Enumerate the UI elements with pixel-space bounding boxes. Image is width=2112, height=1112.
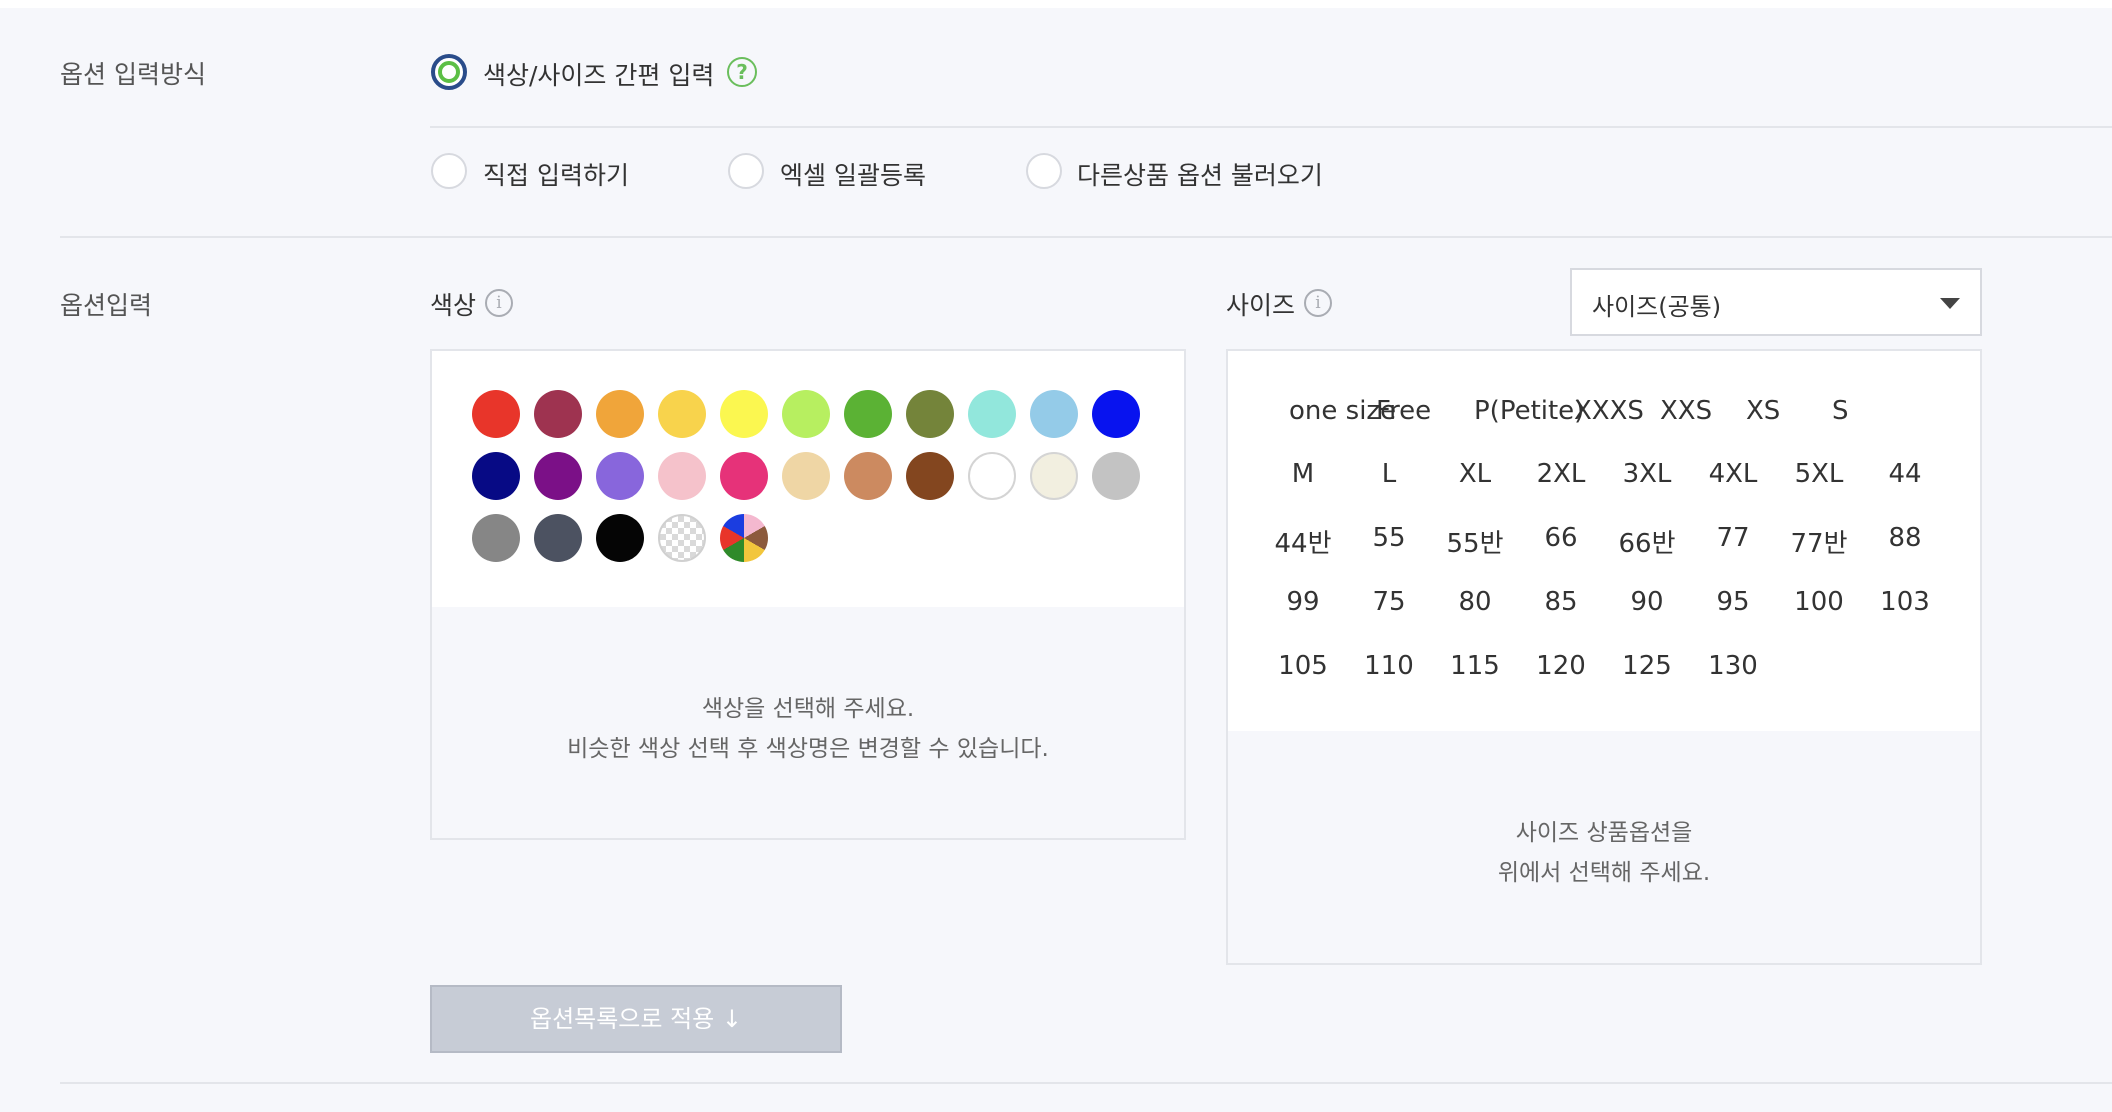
size-option[interactable]: XXS: [1660, 396, 1712, 426]
color-swatch[interactable]: [658, 452, 706, 500]
color-swatch[interactable]: [720, 452, 768, 500]
size-option[interactable]: 44: [1862, 459, 1948, 489]
color-swatch[interactable]: [596, 514, 644, 562]
color-swatch[interactable]: [1092, 452, 1140, 500]
color-swatch[interactable]: [720, 514, 768, 562]
size-option[interactable]: 3XL: [1604, 459, 1690, 489]
color-info-icon[interactable]: i: [485, 289, 513, 317]
size-option[interactable]: 100: [1776, 587, 1862, 617]
size-option[interactable]: 99: [1260, 587, 1346, 617]
color-swatch[interactable]: [534, 390, 582, 438]
section-divider: [60, 236, 2112, 238]
divider: [430, 126, 2112, 128]
color-swatch[interactable]: [596, 452, 644, 500]
size-list-panel: one size Free P(Petite) XXXS XXS XS S M L XL 2XL 3X…: [1226, 349, 1982, 733]
color-swatch[interactable]: [844, 452, 892, 500]
size-type-select-value: 사이즈(공통): [1592, 293, 1722, 321]
bottom-divider: [60, 1082, 2112, 1084]
size-option[interactable]: 105: [1260, 651, 1346, 681]
color-swatch[interactable]: [782, 452, 830, 500]
size-option[interactable]: L: [1346, 459, 1432, 489]
size-option[interactable]: 55: [1346, 523, 1432, 553]
radio-easy-input[interactable]: [431, 54, 467, 90]
size-option[interactable]: XL: [1432, 459, 1518, 489]
color-swatch[interactable]: [968, 390, 1016, 438]
color-hint-2: 비슷한 색상 선택 후 색상명은 변경할 수 있습니다.: [567, 736, 1049, 762]
color-swatch[interactable]: [782, 390, 830, 438]
radio-excel-upload[interactable]: [728, 153, 764, 189]
size-option[interactable]: 120: [1518, 651, 1604, 681]
color-swatch[interactable]: [1030, 452, 1078, 500]
size-option[interactable]: XXXS: [1574, 396, 1644, 426]
size-option[interactable]: 4XL: [1690, 459, 1776, 489]
size-hint-2: 위에서 선택해 주세요.: [1497, 860, 1711, 886]
apply-to-option-list-button[interactable]: 옵션목록으로 적용 ↓: [430, 985, 842, 1053]
color-title: 색상: [430, 291, 477, 320]
size-option[interactable]: 2XL: [1518, 459, 1604, 489]
chevron-down-icon: [1940, 298, 1960, 309]
help-icon[interactable]: ?: [727, 57, 757, 87]
color-swatch[interactable]: [472, 514, 520, 562]
color-swatch[interactable]: [968, 452, 1016, 500]
size-option[interactable]: 88: [1862, 523, 1948, 553]
color-swatch[interactable]: [720, 390, 768, 438]
size-option[interactable]: 66: [1518, 523, 1604, 553]
color-swatch[interactable]: [534, 514, 582, 562]
size-selection-area: 사이즈 상품옵션을 위에서 선택해 주세요.: [1226, 731, 1982, 965]
radio-easy-input-label[interactable]: 색상/사이즈 간편 입력: [483, 56, 714, 92]
radio-import-options[interactable]: [1026, 153, 1062, 189]
color-palette-panel: [430, 349, 1186, 609]
size-option[interactable]: 77반: [1776, 523, 1862, 560]
size-option[interactable]: 55반: [1432, 523, 1518, 560]
size-hint-1: 사이즈 상품옵션을: [1515, 820, 1693, 846]
color-swatch[interactable]: [658, 390, 706, 438]
color-swatch[interactable]: [906, 452, 954, 500]
size-option[interactable]: P(Petite): [1474, 396, 1584, 426]
option-method-label: 옵션 입력방식: [60, 60, 206, 89]
size-option[interactable]: 75: [1346, 587, 1432, 617]
color-swatch[interactable]: [596, 390, 644, 438]
color-swatch[interactable]: [844, 390, 892, 438]
color-swatch[interactable]: [472, 452, 520, 500]
size-option[interactable]: 44반: [1260, 523, 1346, 560]
size-title: 사이즈: [1226, 291, 1296, 320]
size-option[interactable]: 110: [1346, 651, 1432, 681]
color-swatch[interactable]: [1030, 390, 1078, 438]
size-option[interactable]: 66반: [1604, 523, 1690, 560]
size-info-icon[interactable]: i: [1304, 289, 1332, 317]
size-option[interactable]: 85: [1518, 587, 1604, 617]
size-option[interactable]: 77: [1690, 523, 1776, 553]
radio-direct-input-label[interactable]: 직접 입력하기: [483, 156, 629, 192]
color-swatch[interactable]: [472, 390, 520, 438]
size-option[interactable]: M: [1260, 459, 1346, 489]
size-option[interactable]: 130: [1690, 651, 1776, 681]
color-swatch[interactable]: [534, 452, 582, 500]
size-option[interactable]: 95: [1690, 587, 1776, 617]
radio-import-options-label[interactable]: 다른상품 옵션 불러오기: [1077, 156, 1323, 192]
size-option[interactable]: 80: [1432, 587, 1518, 617]
color-hint-1: 색상을 선택해 주세요.: [701, 696, 915, 722]
size-option[interactable]: 90: [1604, 587, 1690, 617]
color-swatch[interactable]: [658, 514, 706, 562]
radio-direct-input[interactable]: [431, 153, 467, 189]
size-option[interactable]: Free: [1376, 396, 1431, 426]
option-input-label: 옵션입력: [60, 291, 153, 320]
size-option[interactable]: S: [1832, 396, 1849, 426]
size-option[interactable]: 125: [1604, 651, 1690, 681]
radio-excel-upload-label[interactable]: 엑셀 일괄등록: [780, 156, 926, 192]
size-option[interactable]: 103: [1862, 587, 1948, 617]
color-swatch[interactable]: [906, 390, 954, 438]
size-option[interactable]: 5XL: [1776, 459, 1862, 489]
size-option[interactable]: XS: [1746, 396, 1780, 426]
size-option[interactable]: 115: [1432, 651, 1518, 681]
color-selection-area: 색상을 선택해 주세요. 비슷한 색상 선택 후 색상명은 변경할 수 있습니다…: [430, 607, 1186, 840]
size-type-select[interactable]: 사이즈(공통): [1570, 268, 1982, 336]
top-strip: [0, 0, 2112, 8]
color-swatch[interactable]: [1092, 390, 1140, 438]
